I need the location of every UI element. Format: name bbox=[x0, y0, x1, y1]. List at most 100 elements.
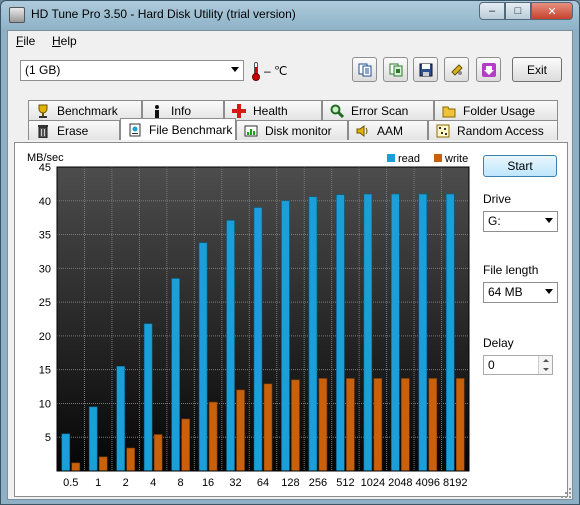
read-bar bbox=[88, 406, 98, 472]
read-bar bbox=[116, 365, 125, 472]
x-tick-label: 0.5 bbox=[63, 477, 78, 487]
delay-spinner[interactable]: 0 bbox=[483, 355, 553, 375]
menu-help-rest: elp bbox=[60, 34, 77, 48]
tab-random-access-label: Random Access bbox=[457, 123, 544, 138]
monitor-icon bbox=[243, 123, 259, 139]
x-tick-label: 64 bbox=[257, 477, 269, 487]
tab-aam[interactable]: AAM bbox=[348, 120, 428, 140]
info-icon bbox=[149, 103, 165, 119]
x-tick-label: 2 bbox=[123, 477, 129, 487]
y-tick-label: 25 bbox=[39, 297, 51, 309]
drive-dropdown[interactable]: G: bbox=[483, 211, 558, 232]
read-bar bbox=[143, 323, 153, 472]
tab-benchmark[interactable]: Benchmark bbox=[28, 100, 142, 120]
x-tick-label: 1024 bbox=[361, 477, 385, 487]
menu-file-rest: ile bbox=[23, 34, 36, 48]
x-tick-label: 16 bbox=[202, 477, 214, 487]
x-tick-label: 4 bbox=[150, 477, 156, 487]
chevron-down-icon bbox=[545, 289, 553, 294]
title-bar[interactable]: HD Tune Pro 3.50 - Hard Disk Utility (tr… bbox=[1, 1, 579, 29]
read-bar bbox=[308, 196, 318, 472]
minimize-button[interactable]: – bbox=[479, 2, 505, 20]
x-tick-label: 128 bbox=[281, 477, 299, 487]
tab-error-scan[interactable]: Error Scan bbox=[322, 100, 434, 120]
menu-help-accel: H bbox=[52, 34, 61, 48]
x-tick-label: 8192 bbox=[443, 477, 467, 487]
write-bar bbox=[318, 378, 328, 472]
delay-spin-buttons[interactable] bbox=[538, 356, 552, 374]
options-button[interactable] bbox=[444, 57, 469, 82]
random-access-icon bbox=[435, 123, 451, 139]
tab-aam-label: AAM bbox=[377, 123, 404, 138]
tab-file-benchmark[interactable]: File Benchmark bbox=[120, 118, 236, 140]
menu-file[interactable]: File bbox=[16, 34, 35, 48]
legend-write-swatch bbox=[434, 154, 442, 162]
down-arrow-icon bbox=[481, 62, 496, 77]
copy-info-button[interactable] bbox=[352, 57, 377, 82]
write-bar bbox=[126, 447, 135, 472]
tab-health[interactable]: Health bbox=[224, 100, 322, 120]
y-tick-label: 40 bbox=[39, 196, 51, 208]
x-tick-label: 256 bbox=[309, 477, 327, 487]
x-tick-label: 512 bbox=[336, 477, 354, 487]
folder-icon bbox=[441, 103, 457, 119]
close-button[interactable]: ✕ bbox=[531, 2, 573, 20]
legend-read-swatch bbox=[387, 154, 395, 162]
maximize-icon: □ bbox=[514, 5, 522, 17]
start-button[interactable]: Start bbox=[483, 155, 557, 177]
save-icon bbox=[419, 63, 432, 76]
tab-file-benchmark-label: File Benchmark bbox=[149, 122, 233, 137]
copy-screenshot-button[interactable] bbox=[383, 57, 408, 82]
tab-info[interactable]: Info bbox=[142, 100, 224, 120]
temperature-value: – ℃ bbox=[264, 64, 288, 78]
y-tick-label: 35 bbox=[39, 230, 51, 242]
tab-erase[interactable]: Erase bbox=[28, 120, 120, 140]
read-bar bbox=[198, 242, 208, 472]
chart-area: 5 10 15 20 25 30 35 40 45 0.5 1 2 4 8 16 32 64 128 256 512 1… bbox=[19, 147, 479, 489]
drive-label: Drive bbox=[483, 192, 512, 206]
read-bar bbox=[171, 278, 180, 472]
tab-erase-label: Erase bbox=[57, 123, 89, 138]
minimize-icon: – bbox=[488, 5, 496, 17]
write-bar bbox=[236, 389, 245, 472]
x-tick-label: 2048 bbox=[388, 477, 412, 487]
menu-help[interactable]: Help bbox=[52, 34, 77, 48]
drive-select-value: (1 GB) bbox=[25, 63, 61, 77]
exit-button[interactable]: Exit bbox=[512, 57, 562, 82]
chevron-down-icon bbox=[231, 67, 239, 72]
tab-random-access[interactable]: Random Access bbox=[428, 120, 558, 140]
save-button[interactable] bbox=[413, 57, 438, 82]
delay-value: 0 bbox=[488, 358, 495, 372]
maximize-button[interactable]: □ bbox=[505, 2, 531, 20]
read-bar bbox=[363, 193, 373, 472]
copy-screenshot-icon bbox=[389, 63, 402, 76]
file-length-dropdown[interactable]: 64 MB bbox=[483, 282, 558, 303]
write-bar bbox=[373, 378, 383, 472]
drive-select[interactable]: (1 GB) bbox=[20, 60, 244, 81]
delay-label: Delay bbox=[483, 336, 514, 350]
tab-error-scan-label: Error Scan bbox=[351, 103, 409, 118]
close-icon: ✕ bbox=[547, 5, 557, 18]
read-bar bbox=[226, 220, 235, 472]
app-window: HD Tune Pro 3.50 - Hard Disk Utility (tr… bbox=[0, 0, 580, 505]
resize-grip-icon[interactable] bbox=[560, 487, 572, 499]
y-tick-label: 20 bbox=[39, 331, 51, 343]
legend-read-label: read bbox=[398, 153, 420, 165]
tab-disk-monitor[interactable]: Disk monitor bbox=[236, 120, 348, 140]
spin-up-icon[interactable] bbox=[539, 356, 552, 365]
read-bar bbox=[336, 194, 345, 472]
tab-folder-usage[interactable]: Folder Usage bbox=[434, 100, 558, 120]
app-disk-icon bbox=[9, 7, 25, 23]
start-label: Start bbox=[507, 159, 533, 173]
down-arrow-button[interactable] bbox=[476, 57, 501, 82]
spin-down-icon[interactable] bbox=[539, 365, 552, 374]
trash-icon bbox=[35, 123, 51, 139]
file-benchmark-panel: 5 10 15 20 25 30 35 40 45 0.5 1 2 4 8 16 32 64 128 256 512 1… bbox=[14, 142, 568, 497]
read-bar bbox=[445, 193, 455, 472]
read-bar bbox=[253, 207, 263, 472]
tab-health-label: Health bbox=[253, 103, 288, 118]
tab-benchmark-label: Benchmark bbox=[57, 103, 118, 118]
file-length-label: File length bbox=[483, 263, 539, 277]
tab-info-label: Info bbox=[171, 103, 192, 118]
write-bar bbox=[455, 378, 465, 472]
